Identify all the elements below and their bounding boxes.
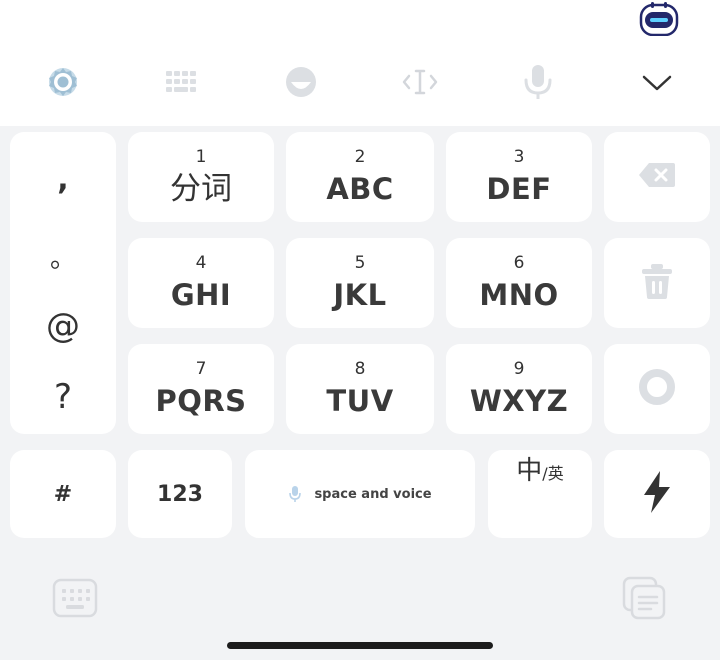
key-3[interactable]: 3 DEF	[446, 132, 592, 222]
lightning-icon	[640, 469, 674, 519]
settings-icon[interactable]	[41, 60, 85, 104]
key-label: MNO	[479, 278, 559, 312]
emoji-icon[interactable]	[279, 60, 323, 104]
key-number: 7	[195, 359, 207, 379]
key-7[interactable]: 7 PQRS	[128, 344, 274, 434]
circle-key[interactable]	[604, 344, 710, 434]
collapse-keyboard-icon[interactable]	[635, 60, 679, 104]
key-label: WXYZ	[469, 384, 569, 418]
key-6[interactable]: 6 MNO	[446, 238, 592, 328]
key-2[interactable]: 2 ABC	[286, 132, 434, 222]
home-indicator[interactable]	[227, 642, 493, 649]
key-label: DEF	[486, 172, 552, 206]
circle-icon	[639, 369, 675, 409]
punct-question[interactable]: ?	[10, 377, 116, 417]
clipboard-icon[interactable]	[622, 576, 666, 620]
key-4[interactable]: 4 GHI	[128, 238, 274, 328]
space-key[interactable]: space and voice	[245, 450, 475, 538]
key-label: JKL	[333, 278, 387, 312]
key-9[interactable]: 9 WXYZ	[446, 344, 592, 434]
symbol-key[interactable]: #	[10, 450, 116, 538]
key-1[interactable]: 1 分词	[128, 132, 274, 222]
clear-key[interactable]	[604, 238, 710, 328]
key-label: TUV	[326, 384, 394, 418]
trash-icon	[639, 262, 675, 304]
punct-period[interactable]: 。	[10, 238, 116, 275]
punct-at[interactable]: @	[10, 306, 116, 346]
key-number: 2	[354, 147, 366, 167]
symbol-key-label: #	[53, 481, 73, 507]
quick-action-key[interactable]	[604, 450, 710, 538]
candidate-toolbar	[0, 0, 720, 126]
key-5[interactable]: 5 JKL	[286, 238, 434, 328]
cursor-move-icon[interactable]	[398, 60, 442, 104]
key-number: 4	[195, 253, 207, 273]
key-number: 1	[195, 147, 207, 167]
keyboard-layout-icon[interactable]	[160, 60, 204, 104]
lang-secondary-label: /英	[542, 464, 564, 483]
lang-primary-label: 中	[516, 456, 543, 486]
key-label: 分词	[170, 171, 232, 207]
language-switch-key[interactable]: 中 /英	[488, 450, 592, 538]
key-number: 3	[513, 147, 525, 167]
microphone-icon	[288, 485, 302, 503]
space-key-label: space and voice	[314, 486, 432, 502]
punctuation-column[interactable]: , 。 @ ?	[10, 132, 116, 434]
punct-comma[interactable]: ,	[10, 162, 116, 197]
key-label: GHI	[170, 278, 232, 312]
backspace-icon	[637, 161, 677, 193]
key-number: 8	[354, 359, 366, 379]
keyboard-switch-icon[interactable]	[52, 578, 98, 618]
microphone-icon[interactable]	[516, 60, 560, 104]
number-key-label: 123	[157, 481, 203, 507]
key-number: 5	[354, 253, 366, 273]
key-number: 6	[513, 253, 525, 273]
key-8[interactable]: 8 TUV	[286, 344, 434, 434]
number-key[interactable]: 123	[128, 450, 232, 538]
backspace-key[interactable]	[604, 132, 710, 222]
key-label: ABC	[326, 172, 394, 206]
key-number: 9	[513, 359, 525, 379]
assistant-mascot-icon[interactable]	[638, 2, 680, 37]
key-label: PQRS	[155, 384, 247, 418]
